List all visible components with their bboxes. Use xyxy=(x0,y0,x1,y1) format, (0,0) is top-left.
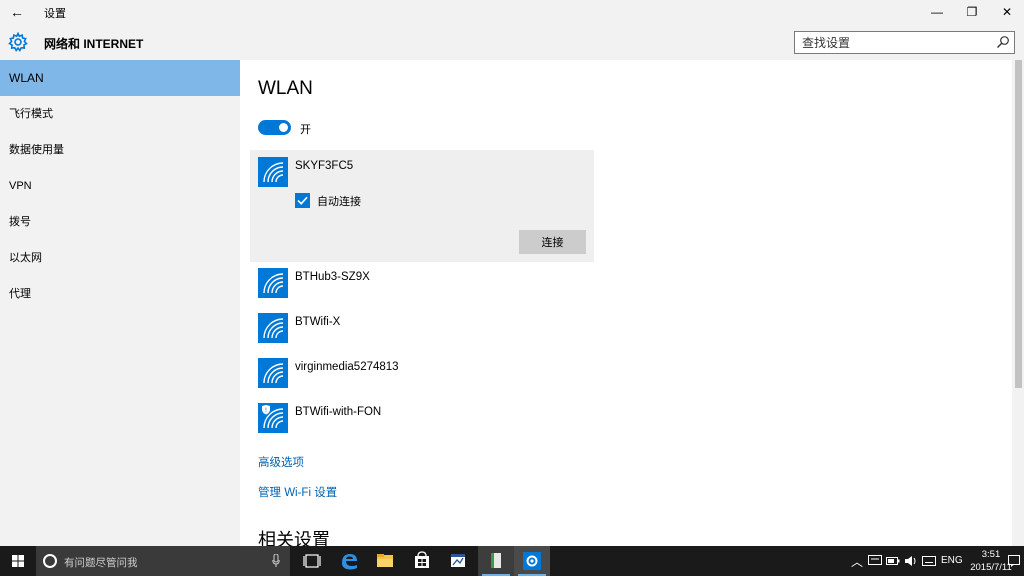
title-bar: ← 设置 — ❐ ✕ xyxy=(0,0,1024,24)
settings-taskbar-tile[interactable] xyxy=(514,546,550,576)
task-view-icon[interactable] xyxy=(294,546,330,576)
network-item-selected[interactable]: SKYF3FC5 xyxy=(258,157,588,189)
file-explorer-icon[interactable] xyxy=(367,546,403,576)
network-name: BTHub3-SZ9X xyxy=(295,271,370,283)
wlan-toggle[interactable] xyxy=(258,120,291,135)
back-button[interactable]: ← xyxy=(6,2,28,22)
advanced-options-link[interactable]: 高级选项 xyxy=(258,454,304,470)
wifi-icon xyxy=(258,157,288,187)
wifi-icon xyxy=(258,358,288,388)
sidebar-item-data-usage[interactable]: 数据使用量 xyxy=(0,132,240,168)
restore-button[interactable]: ❐ xyxy=(955,0,989,24)
language-indicator[interactable]: ENG xyxy=(941,555,963,566)
related-settings-heading: 相关设置 xyxy=(258,530,330,546)
wifi-icon xyxy=(258,268,288,298)
network-name: BTWifi-with-FON xyxy=(295,406,382,418)
settings-window: ← 设置 — ❐ ✕ 网络和 INTERNET WLAN 飞行模式 数据使用量 … xyxy=(0,0,1024,546)
settings-header: 网络和 INTERNET xyxy=(0,24,1024,60)
sidebar-item-vpn[interactable]: VPN xyxy=(0,168,240,204)
minimize-button[interactable]: — xyxy=(920,0,954,24)
network-item[interactable]: BTHub3-SZ9X xyxy=(258,268,588,300)
keyboard-icon[interactable] xyxy=(922,555,936,567)
store-icon[interactable] xyxy=(404,546,440,576)
wifi-open-shield-icon: ! xyxy=(258,403,288,433)
settings-gear-icon xyxy=(523,552,541,570)
network-item[interactable]: ! BTWifi-with-FON xyxy=(258,403,588,435)
close-button[interactable]: ✕ xyxy=(990,0,1024,24)
sidebar-item-airplane-mode[interactable]: 飞行模式 xyxy=(0,96,240,132)
scrollbar-thumb[interactable] xyxy=(1015,60,1022,388)
wifi-icon xyxy=(258,313,288,343)
toggle-label: 开 xyxy=(300,124,311,136)
edge-browser-icon[interactable] xyxy=(331,546,367,576)
sidebar-item-wlan[interactable]: WLAN xyxy=(0,60,240,96)
search-icon[interactable] xyxy=(996,35,1010,49)
battery-icon[interactable] xyxy=(886,555,900,567)
svg-text:!: ! xyxy=(265,407,267,414)
window-title: 设置 xyxy=(44,8,66,20)
network-item[interactable]: BTWifi-X xyxy=(258,313,588,345)
auto-connect-label: 自动连接 xyxy=(317,196,361,208)
network-name: BTWifi-X xyxy=(295,316,341,328)
sidebar-item-proxy[interactable]: 代理 xyxy=(0,276,240,312)
microphone-icon[interactable] xyxy=(272,554,280,567)
app-window-icon[interactable] xyxy=(440,546,476,576)
manage-wifi-settings-link[interactable]: 管理 Wi-Fi 设置 xyxy=(258,484,337,500)
toggle-knob xyxy=(279,123,288,132)
volume-icon[interactable] xyxy=(904,554,918,568)
running-app-tile[interactable] xyxy=(478,546,514,576)
sidebar: WLAN 飞行模式 数据使用量 VPN 拨号 以太网 代理 xyxy=(0,60,240,546)
page-title: WLAN xyxy=(258,78,313,99)
section-title: 网络和 INTERNET xyxy=(44,37,144,51)
search-box xyxy=(794,31,1015,54)
network-name: virginmedia5274813 xyxy=(295,361,399,373)
network-name: SKYF3FC5 xyxy=(295,160,354,172)
main-content: WLAN 开 SKYF3FC5 自动连接 连接 BTHub3-SZ9X BTWi… xyxy=(240,60,1012,546)
cortana-icon xyxy=(43,554,57,568)
scrollbar[interactable] xyxy=(1012,60,1024,546)
connect-button[interactable]: 连接 xyxy=(519,230,586,254)
cortana-search-box[interactable]: 有问题尽管问我 xyxy=(36,546,290,576)
sidebar-item-ethernet[interactable]: 以太网 xyxy=(0,240,240,276)
auto-connect-checkbox[interactable] xyxy=(295,193,310,208)
taskbar: 有问题尽管问我 ︿ ENG 3:51 2015/7/11 xyxy=(0,546,1024,576)
notification-icon[interactable] xyxy=(1007,554,1021,568)
tray-overflow-chevron-icon[interactable]: ︿ xyxy=(851,553,863,570)
search-input[interactable] xyxy=(795,32,985,53)
windows-start-icon[interactable] xyxy=(0,546,36,576)
gear-icon xyxy=(8,32,28,52)
network-item[interactable]: virginmedia5274813 xyxy=(258,358,588,390)
book-icon xyxy=(491,553,501,568)
sidebar-item-dial-up[interactable]: 拨号 xyxy=(0,204,240,240)
action-center-icon[interactable] xyxy=(868,555,882,567)
cortana-search-placeholder: 有问题尽管问我 xyxy=(64,557,138,569)
